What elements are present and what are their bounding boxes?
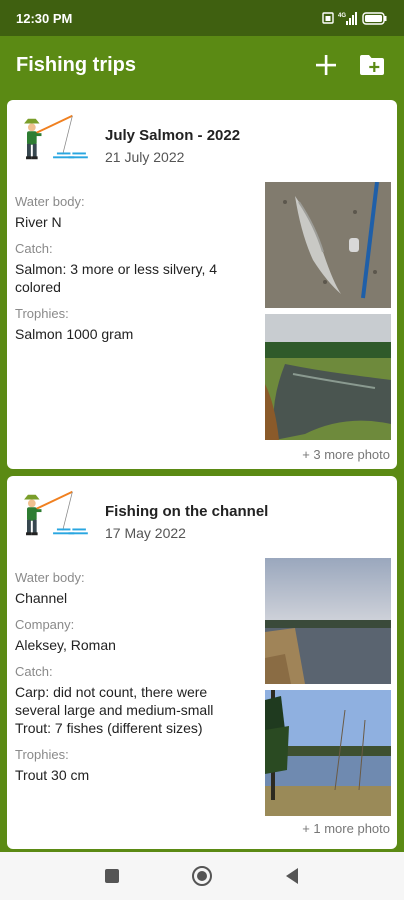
recents-button[interactable] [100, 864, 124, 888]
add-trip-button[interactable] [310, 49, 342, 81]
trip-title: July Salmon - 2022 [105, 127, 241, 144]
trip-photo-fish[interactable] [265, 182, 391, 308]
field-label-catch: Catch: [15, 241, 53, 256]
plus-icon [316, 55, 336, 75]
svg-text:4G: 4G [338, 13, 346, 19]
field-label-water-body: Water body: [15, 570, 85, 585]
trip-date: 17 May 2022 [105, 525, 186, 541]
app-bar: Fishing trips [0, 36, 404, 94]
back-button[interactable] [280, 864, 304, 888]
field-value-water-body: River N [15, 214, 62, 230]
trip-card[interactable]: July Salmon - 2022 21 July 2022 Water bo… [7, 100, 397, 469]
field-value-trophies: Salmon 1000 gram [15, 326, 134, 342]
more-photos-link[interactable]: + 1 more photo [302, 821, 390, 836]
home-button[interactable] [190, 864, 214, 888]
more-photos-link[interactable]: + 3 more photo [302, 447, 390, 462]
field-value-catch: Salmon: 3 more or less silvery, 4 colore… [15, 261, 218, 295]
trip-title: Fishing on the channel [105, 503, 269, 520]
trip-fields: Water body: River N Catch: Salmon: 3 mor… [15, 194, 255, 343]
signal-icon: 4G [338, 12, 357, 25]
field-label-trophies: Trophies: [15, 306, 69, 321]
status-bar: 12:30 PM 4G [0, 0, 404, 36]
trip-card[interactable]: Fishing on the channel 17 May 2022 Water… [7, 476, 397, 849]
field-label-catch: Catch: [15, 664, 53, 679]
field-label-trophies: Trophies: [15, 747, 69, 762]
status-time: 12:30 PM [16, 10, 73, 26]
field-value-water-body: Channel [15, 590, 68, 606]
trip-date: 21 July 2022 [105, 149, 185, 165]
system-nav-bar [0, 852, 404, 900]
circle-home-icon [192, 866, 212, 886]
field-label-water-body: Water body: [15, 194, 85, 209]
sim-icon [322, 12, 334, 24]
field-value-trophies: Trout 30 cm [15, 767, 90, 783]
fisherman-icon [24, 114, 88, 160]
fisherman-icon [24, 490, 88, 536]
folder-add-icon [360, 55, 384, 75]
field-value-company: Aleksey, Roman [15, 637, 116, 653]
square-nav-icon [105, 869, 119, 883]
trip-list: July Salmon - 2022 21 July 2022 Water bo… [0, 94, 404, 852]
battery-icon [362, 11, 387, 25]
field-label-company: Company: [15, 617, 75, 632]
trip-fields: Water body: Channel Company: Aleksey, Ro… [15, 570, 255, 784]
trip-photo-river[interactable] [265, 314, 391, 440]
triangle-back-icon [286, 868, 298, 884]
field-value-catch: Carp: did not count, there were several … [15, 684, 214, 736]
add-folder-button[interactable] [356, 49, 388, 81]
trip-photo-shore[interactable] [265, 690, 391, 816]
page-title: Fishing trips [16, 53, 136, 76]
status-icons: 4G [322, 11, 388, 25]
trip-photo-channel[interactable] [265, 558, 391, 684]
